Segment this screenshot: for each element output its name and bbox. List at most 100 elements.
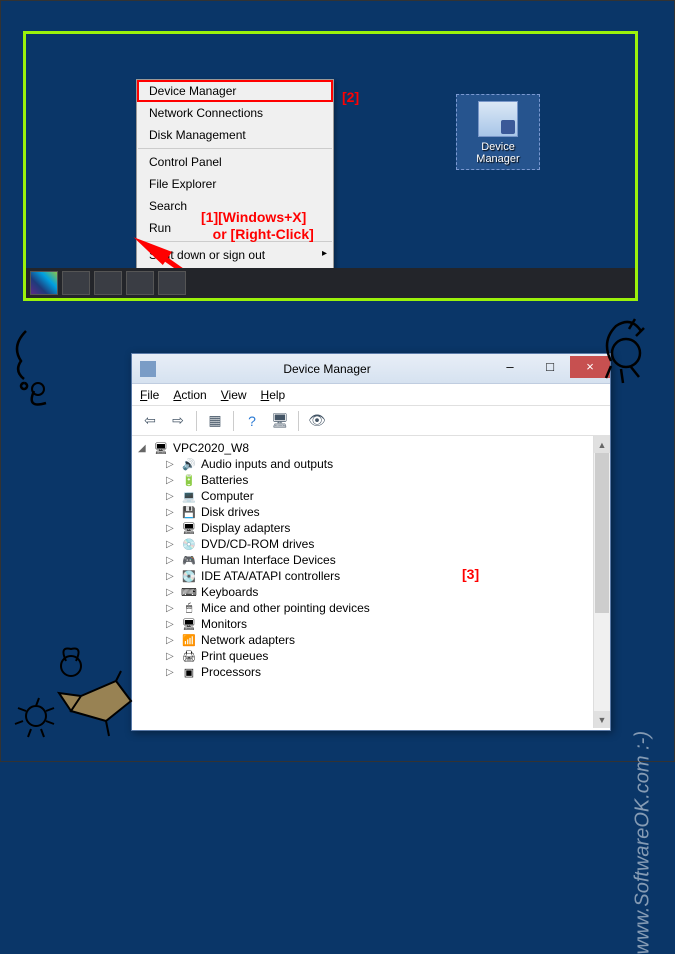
expand-icon[interactable]: ▷ — [166, 459, 177, 470]
scroll-up-icon[interactable]: ▲ — [594, 436, 610, 453]
desktop-icon-label: Device Manager — [459, 141, 537, 165]
tree-node-label: Disk drives — [201, 505, 260, 519]
expand-icon[interactable]: ▷ — [166, 539, 177, 550]
device-manager-icon — [478, 101, 518, 137]
toolbar-separator — [196, 411, 197, 431]
tree-node-label: Audio inputs and outputs — [201, 457, 333, 471]
forward-button[interactable]: ⇨ — [166, 409, 190, 433]
menu-item-file-explorer[interactable]: File Explorer — [137, 173, 333, 195]
device-category-icon: 🔋 — [181, 473, 197, 487]
device-category-icon: 🖱 — [181, 601, 197, 615]
properties-button[interactable]: ▦ — [203, 409, 227, 433]
taskbar — [26, 268, 635, 298]
device-category-icon: 📶 — [181, 633, 197, 647]
tree-node[interactable]: ▷🔋Batteries — [138, 472, 604, 488]
titlebar[interactable]: Device Manager – □ × — [132, 354, 610, 384]
tree-node[interactable]: ▷ 🖥 Monitors — [138, 616, 604, 632]
device-category-icon: 🔊 — [181, 457, 197, 471]
tree-node[interactable]: ▷ 💿 DVD/CD-ROM drives — [138, 536, 604, 552]
taskbar-icon[interactable] — [126, 271, 154, 295]
menubar: File Action View Help — [132, 384, 610, 406]
doodle-icon — [6, 321, 66, 411]
expand-icon[interactable]: ▷ — [166, 603, 177, 614]
expand-icon[interactable]: ▷ — [166, 491, 177, 502]
tree-node[interactable]: ▷ 🖥 Display adapters — [138, 520, 604, 536]
taskbar-icon[interactable] — [158, 271, 186, 295]
expand-icon[interactable]: ▷ — [166, 635, 177, 646]
toolbar: ⇦ ⇨ ▦ ? 🖥 👁 — [132, 406, 610, 436]
start-button[interactable] — [30, 271, 58, 295]
tree-node-label: Mice and other pointing devices — [201, 601, 370, 615]
tree-node[interactable]: ▷ 📶 Network adapters — [138, 632, 604, 648]
tree-node-label: IDE ATA/ATAPI controllers — [201, 569, 340, 583]
tree-node-label: Network adapters — [201, 633, 295, 647]
expand-icon[interactable]: ▷ — [166, 523, 177, 534]
tree-node[interactable]: ▷ 💽 IDE ATA/ATAPI controllers — [138, 568, 604, 584]
tree-node-label: Processors — [201, 665, 261, 679]
device-category-icon: 💽 — [181, 569, 197, 583]
window-title: Device Manager — [164, 362, 490, 376]
expand-icon[interactable]: ▷ — [166, 571, 177, 582]
toolbar-separator — [233, 411, 234, 431]
device-category-icon: 💿 — [181, 537, 197, 551]
scroll-thumb[interactable] — [595, 453, 609, 613]
doodle-icon — [11, 641, 141, 751]
menu-item-control-panel[interactable]: Control Panel — [137, 151, 333, 173]
collapse-icon[interactable]: ◢ — [138, 443, 149, 454]
tree-node-label: Monitors — [201, 617, 247, 631]
tree-node[interactable]: ▷💾Disk drives — [138, 504, 604, 520]
tree-node-label: Human Interface Devices — [201, 553, 336, 567]
taskbar-icon[interactable] — [62, 271, 90, 295]
expand-icon[interactable]: ▷ — [166, 619, 177, 630]
tree-node-label: Computer — [201, 489, 254, 503]
scan-button[interactable]: 🖥 — [268, 409, 292, 433]
menu-help[interactable]: Help — [261, 388, 286, 402]
menu-item-disk-management[interactable]: Disk Management — [137, 124, 333, 146]
expand-icon[interactable]: ▷ — [166, 475, 177, 486]
tree-node[interactable]: ▷🖨Print queues — [138, 648, 604, 664]
maximize-button[interactable]: □ — [530, 356, 570, 378]
annotation-2: [2] — [342, 89, 359, 105]
expand-icon[interactable]: ▷ — [166, 667, 177, 678]
menu-view[interactable]: View — [221, 388, 247, 402]
scroll-down-icon[interactable]: ▼ — [594, 711, 610, 728]
device-category-icon: 🖥 — [181, 617, 197, 631]
desktop-shortcut-device-manager[interactable]: Device Manager — [456, 94, 540, 170]
menu-item-device-manager[interactable]: Device Manager — [137, 80, 333, 102]
menu-separator — [138, 148, 332, 149]
close-button[interactable]: × — [570, 356, 610, 378]
expand-icon[interactable]: ▷ — [166, 651, 177, 662]
window-icon — [140, 361, 156, 377]
menu-action[interactable]: Action — [173, 388, 206, 402]
device-category-icon: ⌨ — [181, 585, 197, 599]
tree-node[interactable]: ▷ 🔊 Audio inputs and outputs — [138, 456, 604, 472]
tree-node[interactable]: ▷ ⌨ Keyboards — [138, 584, 604, 600]
show-hidden-button[interactable]: 👁 — [305, 409, 329, 433]
toolbar-separator — [298, 411, 299, 431]
scrollbar[interactable]: ▲ ▼ — [593, 436, 610, 728]
tree-node-label: Display adapters — [201, 521, 290, 535]
expand-icon[interactable]: ▷ — [166, 555, 177, 566]
desktop-area: Device Manager Network Connections Disk … — [23, 31, 638, 301]
device-category-icon: 🎮 — [181, 553, 197, 567]
tree-node-label: DVD/CD-ROM drives — [201, 537, 314, 551]
tree-node-label: Print queues — [201, 649, 268, 663]
tree-node[interactable]: ▷ 🎮 Human Interface Devices — [138, 552, 604, 568]
device-category-icon: 🖥 — [181, 521, 197, 535]
expand-icon[interactable]: ▷ — [166, 587, 177, 598]
minimize-button[interactable]: – — [490, 356, 530, 378]
expand-icon[interactable]: ▷ — [166, 507, 177, 518]
menu-item-network-connections[interactable]: Network Connections — [137, 102, 333, 124]
tree-root[interactable]: ◢ 🖥 VPC2020_W8 — [138, 440, 604, 456]
tree-node-label: Keyboards — [201, 585, 258, 599]
back-button[interactable]: ⇦ — [138, 409, 162, 433]
device-category-icon: ▣ — [181, 665, 197, 679]
submenu-arrow-icon: ▸ — [322, 248, 327, 259]
tree-node[interactable]: ▷ 🖱 Mice and other pointing devices — [138, 600, 604, 616]
menu-file[interactable]: File — [140, 388, 159, 402]
help-button[interactable]: ? — [240, 409, 264, 433]
tree-node[interactable]: ▷💻Computer — [138, 488, 604, 504]
taskbar-icon[interactable] — [94, 271, 122, 295]
watermark: www.SoftwareOK.com :-) — [631, 731, 654, 954]
tree-node[interactable]: ▷ ▣ Processors — [138, 664, 604, 680]
